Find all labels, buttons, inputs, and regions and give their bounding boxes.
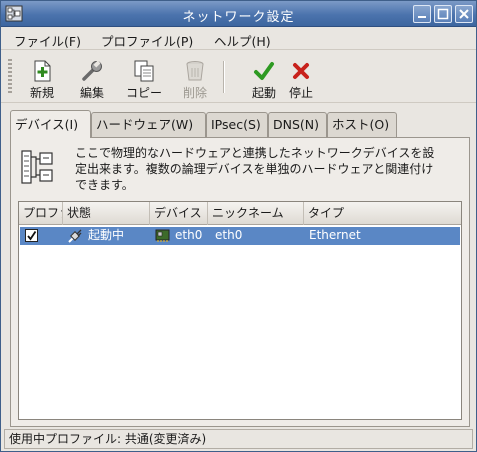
new-button[interactable]: 新規 — [19, 53, 65, 101]
ethernet-card-icon — [155, 229, 170, 242]
device-list-header: プロファイル 状態 デバイス ニックネーム タイプ — [19, 202, 461, 225]
network-settings-window: ネットワーク設定 ファイル(F) プロファイル(P) ヘルプ(H) 新規 編集 … — [0, 0, 477, 452]
table-row[interactable]: 起動中 eth0 eth0 Ethernet — [20, 227, 460, 245]
copy-label: コピー — [125, 86, 162, 100]
profile-checkbox[interactable] — [25, 229, 38, 242]
tab-dns[interactable]: DNS(N) — [268, 112, 327, 137]
close-icon — [459, 9, 469, 19]
menu-profile[interactable]: プロファイル(P) — [101, 31, 193, 50]
deactivate-label: 停止 — [288, 86, 313, 100]
device-list[interactable]: プロファイル 状態 デバイス ニックネーム タイプ 起動中 — [18, 201, 462, 420]
plug-connected-icon — [68, 229, 82, 243]
minimize-button[interactable] — [413, 5, 431, 23]
network-device-icon — [21, 150, 53, 184]
status-bar: 使用中プロファイル: 共通(変更済み) — [4, 429, 473, 449]
toolbar-grip[interactable] — [8, 59, 12, 95]
checkmark-icon — [27, 231, 37, 241]
menu-file[interactable]: ファイル(F) — [14, 31, 81, 50]
deactivate-icon — [293, 63, 309, 79]
col-status[interactable]: 状態 — [63, 202, 150, 225]
col-device[interactable]: デバイス — [150, 202, 208, 225]
tab-hardware[interactable]: ハードウェア(W) — [91, 112, 206, 137]
tab-ipsec[interactable]: IPsec(S) — [206, 112, 268, 137]
delete-button[interactable]: 削除 — [172, 53, 218, 101]
maximize-icon — [437, 8, 449, 20]
col-profile[interactable]: プロファイル — [19, 202, 63, 225]
col-nickname[interactable]: ニックネーム — [208, 202, 304, 225]
toolbar: 新規 編集 コピー 削除 起動 停止 — [1, 51, 476, 103]
delete-icon — [186, 61, 204, 81]
panel-description: ここで物理的なハードウェアと連携したネットワークデバイスを設定出来ます。複数の論… — [75, 146, 435, 192]
close-button[interactable] — [455, 5, 473, 23]
row-type: Ethernet — [309, 228, 361, 242]
window-title: ネットワーク設定 — [182, 10, 295, 25]
edit-icon — [82, 60, 102, 81]
copy-button[interactable]: コピー — [121, 53, 167, 101]
toolbar-separator — [223, 61, 225, 93]
minimize-icon — [418, 16, 426, 18]
copy-icon — [134, 60, 154, 82]
delete-label: 削除 — [182, 86, 207, 100]
devices-panel: ここで物理的なハードウェアと連携したネットワークデバイスを設定出来ます。複数の論… — [10, 137, 470, 427]
title-bar: ネットワーク設定 — [1, 1, 476, 27]
row-nickname: eth0 — [215, 228, 243, 242]
maximize-button[interactable] — [434, 5, 452, 23]
row-status: 起動中 — [88, 228, 125, 242]
activate-icon — [254, 62, 274, 80]
new-icon — [34, 60, 51, 82]
menu-help[interactable]: ヘルプ(H) — [214, 31, 271, 50]
new-label: 新規 — [29, 86, 54, 100]
col-type[interactable]: タイプ — [304, 202, 461, 225]
menu-bar: ファイル(F) プロファイル(P) ヘルプ(H) — [1, 28, 476, 50]
tab-devices[interactable]: デバイス(I) — [10, 110, 91, 138]
edit-label: 編集 — [79, 86, 104, 100]
row-device: eth0 — [175, 228, 203, 242]
deactivate-button[interactable]: 停止 — [278, 53, 324, 101]
tab-hosts[interactable]: ホスト(O) — [327, 112, 397, 137]
tab-strip: デバイス(I) ハードウェア(W) IPsec(S) DNS(N) ホスト(O) — [10, 110, 470, 138]
edit-button[interactable]: 編集 — [69, 53, 115, 101]
